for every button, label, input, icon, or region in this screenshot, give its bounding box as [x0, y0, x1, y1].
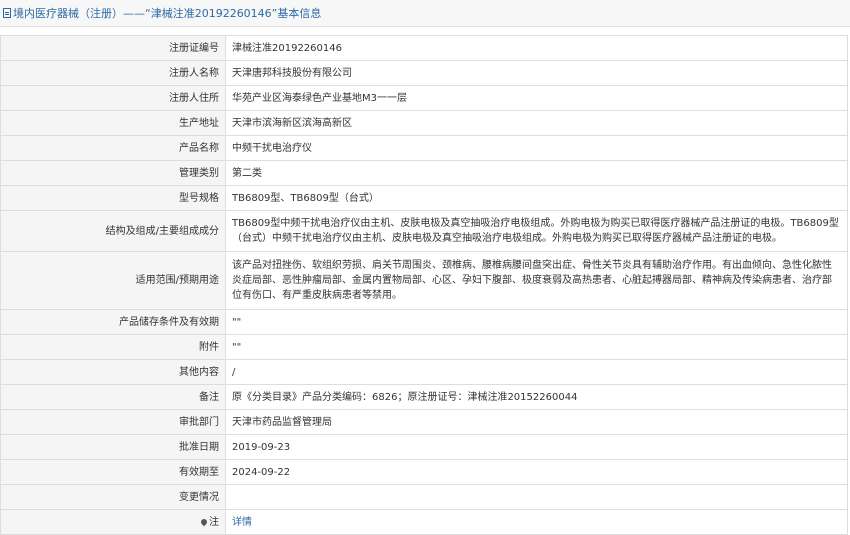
- page-title: 境内医疗器械（注册）——“津械注准20192260146”基本信息: [0, 0, 850, 27]
- value-production-address: 天津市滨海新区滨海高新区: [225, 110, 848, 136]
- value-note: 详情: [225, 509, 848, 535]
- label-approval-date: 批准日期: [0, 434, 226, 460]
- label-registrant-name: 注册人名称: [0, 60, 226, 86]
- table-row: 产品储存条件及有效期 "": [0, 309, 848, 335]
- table-row: 有效期至 2024-09-22: [0, 459, 848, 485]
- table-row: 注册人名称 天津唐邦科技股份有限公司: [0, 60, 848, 86]
- table-row: 其他内容 /: [0, 359, 848, 385]
- note-label-text: 注: [209, 516, 219, 528]
- details-link[interactable]: 详情: [232, 517, 252, 528]
- value-registrant-name: 天津唐邦科技股份有限公司: [225, 60, 848, 86]
- label-registration-number: 注册证编号: [0, 35, 226, 61]
- value-structure: TB6809型中频干扰电治疗仪由主机、皮肤电极及真空抽吸治疗电极组成。外购电极为…: [225, 210, 848, 252]
- label-management-category: 管理类别: [0, 160, 226, 186]
- value-valid-until: 2024-09-22: [225, 459, 848, 485]
- value-intended-use: 该产品对扭挫伤、软组织劳损、肩关节周围炎、颈椎病、腰椎病腰间盘突出症、骨性关节炎…: [225, 251, 848, 310]
- label-attachment: 附件: [0, 334, 226, 360]
- label-change-history: 变更情况: [0, 484, 226, 510]
- value-other-content: /: [225, 359, 848, 385]
- label-registrant-address: 注册人住所: [0, 85, 226, 111]
- value-registrant-address: 华苑产业区海泰绿色产业基地M3一一层: [225, 85, 848, 111]
- value-remarks: 原《分类目录》产品分类编码：6826；原注册证号：津械注准20152260044: [225, 384, 848, 410]
- label-note: 注: [0, 509, 226, 535]
- table-row: 审批部门 天津市药品监督管理局: [0, 409, 848, 435]
- value-model-spec: TB6809型、TB6809型（台式）: [225, 185, 848, 211]
- label-production-address: 生产地址: [0, 110, 226, 136]
- table-row: 适用范围/预期用途 该产品对扭挫伤、软组织劳损、肩关节周围炎、颈椎病、腰椎病腰间…: [0, 251, 848, 310]
- pin-icon: [199, 517, 209, 526]
- table-row: 注 详情: [0, 509, 848, 535]
- value-change-history: [225, 484, 848, 510]
- document-icon: [3, 8, 11, 18]
- table-row: 生产地址 天津市滨海新区滨海高新区: [0, 110, 848, 136]
- table-row: 变更情况: [0, 484, 848, 510]
- label-model-spec: 型号规格: [0, 185, 226, 211]
- label-other-content: 其他内容: [0, 359, 226, 385]
- table-row: 附件 "": [0, 334, 848, 360]
- value-attachment: "": [225, 334, 848, 360]
- label-structure: 结构及组成/主要组成成分: [0, 210, 226, 252]
- table-row: 批准日期 2019-09-23: [0, 434, 848, 460]
- table-row: 结构及组成/主要组成成分 TB6809型中频干扰电治疗仪由主机、皮肤电极及真空抽…: [0, 210, 848, 252]
- value-storage: "": [225, 309, 848, 335]
- label-valid-until: 有效期至: [0, 459, 226, 485]
- table-row: 备注 原《分类目录》产品分类编码：6826；原注册证号：津械注准20152260…: [0, 384, 848, 410]
- value-approval-dept: 天津市药品监督管理局: [225, 409, 848, 435]
- label-remarks: 备注: [0, 384, 226, 410]
- table-row: 管理类别 第二类: [0, 160, 848, 186]
- value-registration-number: 津械注准20192260146: [225, 35, 848, 61]
- table-row: 产品名称 中频干扰电治疗仪: [0, 135, 848, 161]
- table-row: 型号规格 TB6809型、TB6809型（台式）: [0, 185, 848, 211]
- label-approval-dept: 审批部门: [0, 409, 226, 435]
- label-storage: 产品储存条件及有效期: [0, 309, 226, 335]
- page-title-text: 境内医疗器械（注册）——“津械注准20192260146”基本信息: [13, 7, 322, 20]
- value-product-name: 中频干扰电治疗仪: [225, 135, 848, 161]
- label-product-name: 产品名称: [0, 135, 226, 161]
- label-intended-use: 适用范围/预期用途: [0, 251, 226, 310]
- table-row: 注册人住所 华苑产业区海泰绿色产业基地M3一一层: [0, 85, 848, 111]
- table-row: 注册证编号 津械注准20192260146: [0, 35, 848, 61]
- value-approval-date: 2019-09-23: [225, 434, 848, 460]
- value-management-category: 第二类: [225, 160, 848, 186]
- info-table: 注册证编号 津械注准20192260146 注册人名称 天津唐邦科技股份有限公司…: [0, 35, 848, 535]
